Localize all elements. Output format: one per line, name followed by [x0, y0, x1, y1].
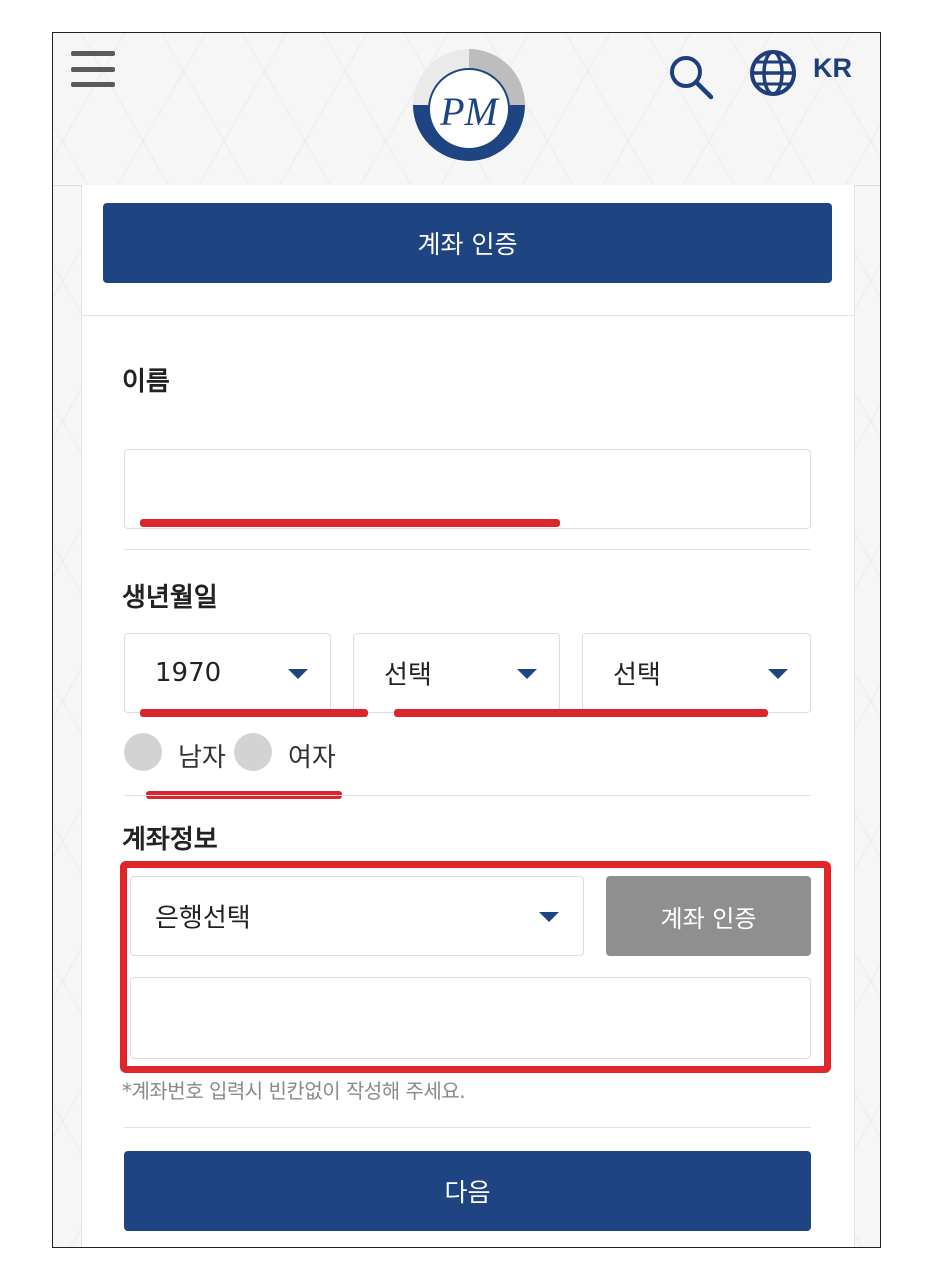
- birth-month-value: 선택: [384, 660, 432, 691]
- account-verify-tab-button[interactable]: 계좌 인증: [103, 203, 832, 283]
- gender-male-label[interactable]: 남자: [178, 737, 226, 774]
- app-screen: PM KR 계좌 인증 이름 생년월일 1970 선택 선택 남자 여자 계좌정…: [52, 32, 881, 1248]
- pm-logo: PM: [413, 49, 525, 161]
- chevron-down-icon: [768, 669, 788, 679]
- next-button[interactable]: 다음: [124, 1151, 811, 1231]
- highlight-box: [120, 861, 831, 1073]
- hamburger-menu-icon[interactable]: [71, 51, 115, 87]
- name-redaction-underline: [140, 519, 560, 527]
- birth-day-select[interactable]: 선택: [582, 633, 811, 713]
- birth-day-value: 선택: [613, 660, 661, 691]
- chevron-down-icon: [288, 669, 308, 679]
- account-info-label: 계좌정보: [122, 825, 218, 855]
- birth-year-value: 1970: [155, 658, 222, 688]
- birthdate-redaction-underline: [140, 709, 368, 717]
- header: PM KR: [53, 33, 880, 186]
- name-input[interactable]: [124, 449, 811, 529]
- chevron-down-icon: [517, 669, 537, 679]
- gender-male-radio[interactable]: [124, 733, 162, 771]
- divider: [124, 795, 811, 796]
- gender-female-radio[interactable]: [234, 733, 272, 771]
- language-selector[interactable]: KR: [813, 53, 852, 84]
- birth-month-select[interactable]: 선택: [353, 633, 560, 713]
- divider: [82, 315, 854, 316]
- gender-female-label[interactable]: 여자: [288, 737, 336, 774]
- divider: [124, 549, 811, 550]
- name-label: 이름: [122, 367, 170, 397]
- form-panel: 계좌 인증 이름 생년월일 1970 선택 선택 남자 여자 계좌정보 은행선택…: [81, 185, 855, 1247]
- logo-text: PM: [439, 89, 500, 134]
- account-hint-text: *계좌번호 입력시 빈칸없이 작성해 주세요.: [122, 1079, 466, 1103]
- globe-icon[interactable]: [747, 47, 799, 99]
- search-icon[interactable]: [665, 51, 717, 103]
- birth-year-select[interactable]: 1970: [124, 633, 331, 713]
- birthdate-label: 생년월일: [122, 583, 218, 613]
- birthdate-redaction-underline: [394, 709, 768, 717]
- divider: [124, 1127, 811, 1128]
